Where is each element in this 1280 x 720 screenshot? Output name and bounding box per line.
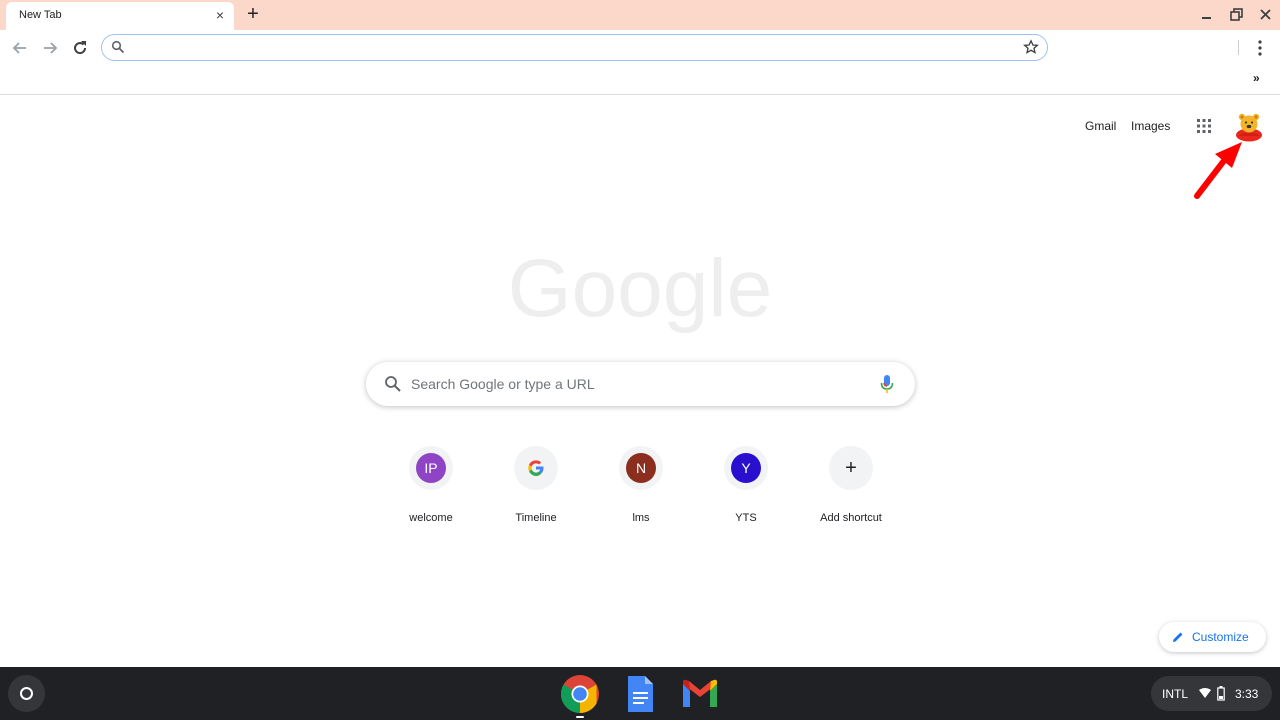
ntp-search-input[interactable] [411, 372, 861, 396]
shortcut-label: YTS [735, 512, 757, 524]
new-tab-button[interactable]: + [243, 4, 263, 24]
launcher-circle-icon [20, 687, 33, 700]
plus-icon: + [845, 457, 857, 479]
tab-close-icon[interactable]: × [212, 7, 228, 23]
new-tab-page: Gmail Images Google Search Google or typ… [0, 96, 1280, 667]
shortcut-letter-icon: N [626, 453, 656, 483]
customize-button[interactable]: Customize [1159, 622, 1266, 652]
wifi-icon [1199, 688, 1211, 698]
restore-icon[interactable] [1227, 6, 1247, 24]
gmail-icon[interactable] [680, 674, 720, 714]
shortcut-label: Add shortcut [820, 512, 882, 524]
google-g-icon [528, 460, 544, 476]
tab-title: New Tab [19, 9, 62, 21]
forward-arrow-icon[interactable] [39, 37, 61, 59]
gmail-link[interactable]: Gmail [1085, 119, 1116, 133]
os-shelf: INTL 3:33 [0, 667, 1280, 720]
close-window-icon[interactable] [1256, 6, 1276, 24]
reload-icon[interactable] [69, 37, 91, 59]
ntp-search-box[interactable] [366, 362, 915, 406]
bookmarks-bar: » [0, 66, 1280, 95]
shortcut-lms[interactable]: N lms [589, 446, 693, 530]
search-icon [385, 376, 401, 392]
bookmark-star-icon[interactable] [1023, 39, 1039, 55]
status-tray[interactable]: INTL 3:33 [1151, 676, 1272, 711]
svg-text:Google: Google [510, 244, 770, 334]
minimize-icon[interactable] [1197, 6, 1217, 24]
shortcut-tile [514, 446, 558, 490]
google-apps-grid-icon[interactable] [1196, 118, 1212, 134]
browser-toolbar [0, 30, 1280, 66]
shortcut-letter-icon: IP [416, 453, 446, 483]
shortcut-timeline[interactable]: Timeline [484, 446, 588, 530]
shortcut-tile: + [829, 446, 873, 490]
toolbar-separator [1238, 40, 1239, 55]
shortcut-tile: Y [724, 446, 768, 490]
customize-label: Customize [1192, 630, 1249, 644]
back-arrow-icon[interactable] [9, 37, 31, 59]
shortcut-label: welcome [409, 512, 453, 524]
omnibox-input[interactable] [132, 38, 1012, 56]
active-app-indicator [576, 716, 584, 718]
shortcut-welcome[interactable]: IP welcome [379, 446, 483, 530]
shortcut-letter-icon: Y [731, 453, 761, 483]
annotation-arrow [1194, 142, 1242, 199]
omnibox[interactable] [101, 34, 1048, 61]
input-method-label: INTL [1162, 687, 1189, 701]
shortcut-label: Timeline [515, 512, 557, 524]
shortcut-yts[interactable]: Y YTS [694, 446, 798, 530]
battery-icon [1217, 686, 1225, 701]
search-icon [111, 40, 125, 54]
chrome-icon[interactable] [560, 674, 600, 714]
tab-new-tab[interactable]: New Tab × [6, 2, 234, 30]
launcher-button[interactable] [8, 675, 45, 712]
google-logo: Google [510, 244, 770, 334]
bookmarks-overflow-icon[interactable]: » [1253, 71, 1260, 85]
shortcut-tile: IP [409, 446, 453, 490]
voice-search-mic-icon[interactable] [879, 374, 895, 394]
add-shortcut-button[interactable]: + Add shortcut [799, 446, 903, 530]
tab-strip: New Tab × + [0, 0, 1280, 30]
more-vert-icon[interactable] [1252, 38, 1268, 58]
images-link[interactable]: Images [1131, 119, 1170, 133]
clock-time: 3:33 [1235, 687, 1259, 701]
shortcut-label: lms [632, 512, 650, 524]
shortcut-tile: N [619, 446, 663, 490]
docs-icon[interactable] [620, 674, 660, 714]
pencil-icon [1173, 632, 1183, 642]
